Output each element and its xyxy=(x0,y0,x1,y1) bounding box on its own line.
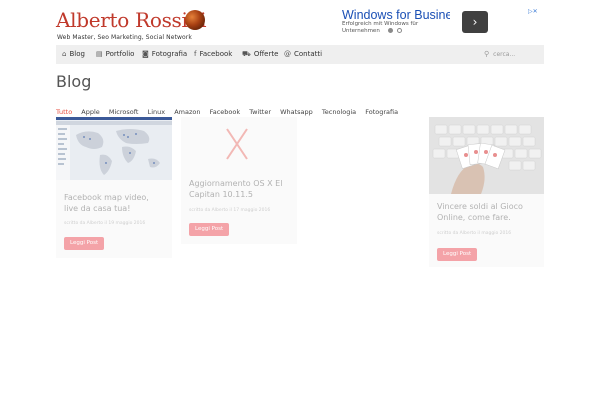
post-thumbnail-map[interactable] xyxy=(56,117,172,180)
post-meta: scritto da Alberto il maggio 2016 xyxy=(437,231,512,236)
ad-banner[interactable]: Windows for Business Erfolgreich mit Win… xyxy=(336,8,544,36)
nav-item-label: Fotografia xyxy=(151,50,188,58)
post-title[interactable]: Vincere soldi al Gioco Online, come fare… xyxy=(437,201,537,223)
filter-whatsapp[interactable]: Whatsapp xyxy=(280,108,313,116)
nav-item-contatti[interactable]: @ Contatti xyxy=(284,45,322,64)
ad-title[interactable]: Windows for Business xyxy=(342,8,450,22)
category-filters: Tutto Apple Microsoft Linux Amazon Faceb… xyxy=(56,99,402,116)
logo-ball-icon xyxy=(185,10,205,30)
nav-item-blog[interactable]: ⌂ Blog xyxy=(62,45,85,64)
filter-apple[interactable]: Apple xyxy=(81,108,100,116)
filter-tecnologia[interactable]: Tecnologia xyxy=(322,108,356,116)
page-title: Blog xyxy=(56,72,92,91)
ad-next-arrow-icon[interactable]: › xyxy=(462,11,488,33)
filter-fotografia[interactable]: Fotografia xyxy=(365,108,398,116)
at-icon: @ xyxy=(284,50,291,58)
main-nav: ⌂ Blog ▤ Portfolio ◙ Fotografia f Facebook ⛟… xyxy=(56,45,544,64)
nav-item-label: Facebook xyxy=(199,50,233,58)
search-placeholder: cerca... xyxy=(493,51,516,58)
post-thumbnail-osx[interactable] xyxy=(181,117,297,167)
nav-item-label: Blog xyxy=(69,50,85,58)
camera-icon: ◙ xyxy=(142,50,149,58)
filter-linux[interactable]: Linux xyxy=(148,108,166,116)
post-card[interactable]: Aggiornamento OS X El Capitan 10.11.5 sc… xyxy=(181,117,297,244)
site-logo[interactable]: Alberto Rossini Web Master, Seo Marketin… xyxy=(56,8,208,41)
nav-item-fotografia[interactable]: ◙ Fotografia xyxy=(142,45,187,64)
nav-item-offerte[interactable]: ⛟ Offerte xyxy=(242,45,278,64)
ad-pagination xyxy=(388,28,408,34)
nav-item-portfolio[interactable]: ▤ Portfolio xyxy=(96,45,134,64)
filter-facebook[interactable]: Facebook xyxy=(210,108,241,116)
filter-twitter[interactable]: Twitter xyxy=(249,108,271,116)
post-meta: scritto da Alberto il 19 maggio 2016 xyxy=(64,221,146,226)
filter-tutto[interactable]: Tutto xyxy=(56,108,72,116)
filter-microsoft[interactable]: Microsoft xyxy=(109,108,139,116)
post-title[interactable]: Aggiornamento OS X El Capitan 10.11.5 xyxy=(189,178,289,200)
post-card[interactable]: Vincere soldi al Gioco Online, come fare… xyxy=(429,117,544,267)
ad-choices-icon[interactable]: ▷✕ xyxy=(528,8,542,16)
read-post-button[interactable]: Leggi Post xyxy=(189,223,230,236)
nav-item-label: Contatti xyxy=(294,50,323,58)
post-card[interactable]: Facebook map video, live da casa tua! sc… xyxy=(56,117,172,258)
nav-item-label: Offerte xyxy=(253,50,279,58)
read-post-button[interactable]: Leggi Post xyxy=(437,248,478,261)
post-meta: scritto da Alberto il 17 maggio 2016 xyxy=(189,208,271,213)
cart-icon: ⛟ xyxy=(242,50,251,58)
nav-item-facebook[interactable]: f Facebook xyxy=(194,45,232,64)
ad-dot-active[interactable] xyxy=(388,28,393,33)
search-input[interactable]: ⚲ cerca... xyxy=(484,45,544,64)
post-thumbnail-cards[interactable] xyxy=(429,117,544,194)
filter-amazon[interactable]: Amazon xyxy=(174,108,200,116)
search-icon: ⚲ xyxy=(484,50,490,58)
logo-name: Alberto Rossini xyxy=(56,8,207,32)
nav-item-label: Portfolio xyxy=(105,50,135,58)
portfolio-icon: ▤ xyxy=(96,50,103,58)
facebook-icon: f xyxy=(194,50,197,58)
post-title[interactable]: Facebook map video, live da casa tua! xyxy=(64,192,164,214)
home-icon: ⌂ xyxy=(62,50,67,58)
ad-dot[interactable] xyxy=(397,28,402,33)
logo-tagline: Web Master, Seo Marketing, Social Networ… xyxy=(57,34,192,41)
read-post-button[interactable]: Leggi Post xyxy=(64,237,105,250)
